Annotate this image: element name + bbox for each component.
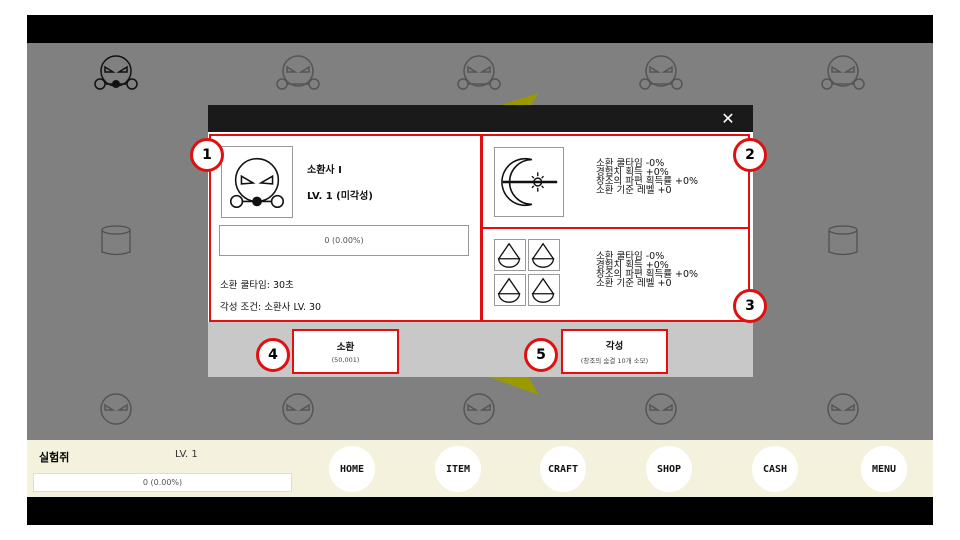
summoner-face-icon (229, 157, 285, 209)
summon-cooldown: 소환 쿨타임: 30초 (220, 280, 294, 291)
drop-icon (528, 274, 560, 306)
nav-item-button[interactable]: ITEM (435, 446, 481, 492)
stage: ✕ 소환사 I LV. 1 (미각성) 0 (0.00%) 소환 쿨타임: 30… (0, 0, 960, 540)
primary-bonus-panel: 소환 쿨타임 -0% 경험치 획득 +0% 창조의 파편 획득률 +0% 소환 … (481, 134, 750, 229)
summoner-info-panel: 소환사 I LV. 1 (미각성) 0 (0.00%) 소환 쿨타임: 30초 … (209, 134, 482, 322)
summoner-portrait (221, 146, 293, 218)
secondary-bonus-panel: 소환 쿨타임 -0% 경험치 획득 +0% 창조의 파편 획득률 +0% 소환 … (481, 227, 750, 322)
close-icon[interactable]: ✕ (719, 109, 737, 128)
drop-icon (528, 239, 560, 271)
summoner-modal: ✕ 소환사 I LV. 1 (미각성) 0 (0.00%) 소환 쿨타임: 30… (208, 105, 753, 377)
barrel-icon (90, 220, 142, 262)
player-level: LV. 1 (175, 449, 198, 460)
callout-marker-4: 4 (256, 338, 290, 372)
drop-icon (494, 239, 526, 271)
nav-home-button[interactable]: HOME (329, 446, 375, 492)
callout-marker-5: 5 (524, 338, 558, 372)
barrel-icon (817, 220, 869, 262)
player-exp-bar: 0 (0.00%) (33, 473, 292, 492)
locked-summon-icon (635, 390, 687, 432)
locked-summon-icon (635, 52, 687, 94)
summoner-exp-text: 0 (0.00%) (324, 236, 364, 245)
moon-sun-icon (494, 147, 564, 217)
drop-icon (494, 274, 526, 306)
locked-summon-icon (817, 52, 869, 94)
bottom-hud: 실험쥐 LV. 1 0 (0.00%) HOME ITEM CRAFT SHOP… (27, 440, 933, 497)
modal-header: ✕ (208, 105, 753, 132)
game-screen: ✕ 소환사 I LV. 1 (미각성) 0 (0.00%) 소환 쿨타임: 30… (27, 15, 933, 525)
nav-craft-button[interactable]: CRAFT (540, 446, 586, 492)
locked-summon-icon (453, 390, 505, 432)
locked-summon-icon (272, 390, 324, 432)
stat-line: 소환 기준 레벨 +0 (596, 278, 672, 289)
locked-summon-icon (272, 52, 324, 94)
bottom-letterbox (27, 497, 933, 525)
callout-marker-2: 2 (733, 138, 767, 172)
callout-marker-1: 1 (190, 138, 224, 172)
top-letterbox (27, 15, 933, 43)
player-name: 실험쥐 (39, 451, 70, 464)
modal-footer: 소환 (50,001) 각성 (창조의 숨결 10개 소모) (208, 322, 753, 377)
summon-button-label: 소환 (336, 342, 355, 353)
secondary-stats-list: 소환 쿨타임 -0% 경험치 획득 +0% 창조의 파편 획득률 +0% 소환 … (596, 252, 698, 289)
awaken-condition: 각성 조건: 소환사 LV. 30 (220, 302, 322, 313)
nav-cash-button[interactable]: CASH (752, 446, 798, 492)
summoner-level: LV. 1 (미각성) (307, 191, 373, 202)
callout-marker-3: 3 (733, 289, 767, 323)
nav-shop-button[interactable]: SHOP (646, 446, 692, 492)
summon-button-cost: (50,001) (331, 356, 360, 364)
locked-summon-icon (817, 390, 869, 432)
locked-summon-icon (453, 52, 505, 94)
awaken-button-label: 각성 (605, 341, 624, 352)
summon-slot-icon[interactable] (90, 52, 142, 94)
awaken-button[interactable]: 각성 (창조의 숨결 10개 소모) (561, 329, 668, 374)
summoner-exp-bar: 0 (0.00%) (219, 225, 469, 256)
summon-button[interactable]: 소환 (50,001) (292, 329, 399, 374)
stat-line: 소환 기준 레벨 +0 (596, 185, 672, 196)
locked-summon-icon (90, 390, 142, 432)
summoner-name: 소환사 I (307, 165, 342, 176)
player-exp-text: 0 (0.00%) (142, 478, 183, 487)
primary-stats-list: 소환 쿨타임 -0% 경험치 획득 +0% 창조의 파편 획득률 +0% 소환 … (596, 159, 698, 196)
nav-menu-button[interactable]: MENU (861, 446, 907, 492)
awaken-button-cost: (창조의 숨결 10개 소모) (580, 357, 649, 365)
